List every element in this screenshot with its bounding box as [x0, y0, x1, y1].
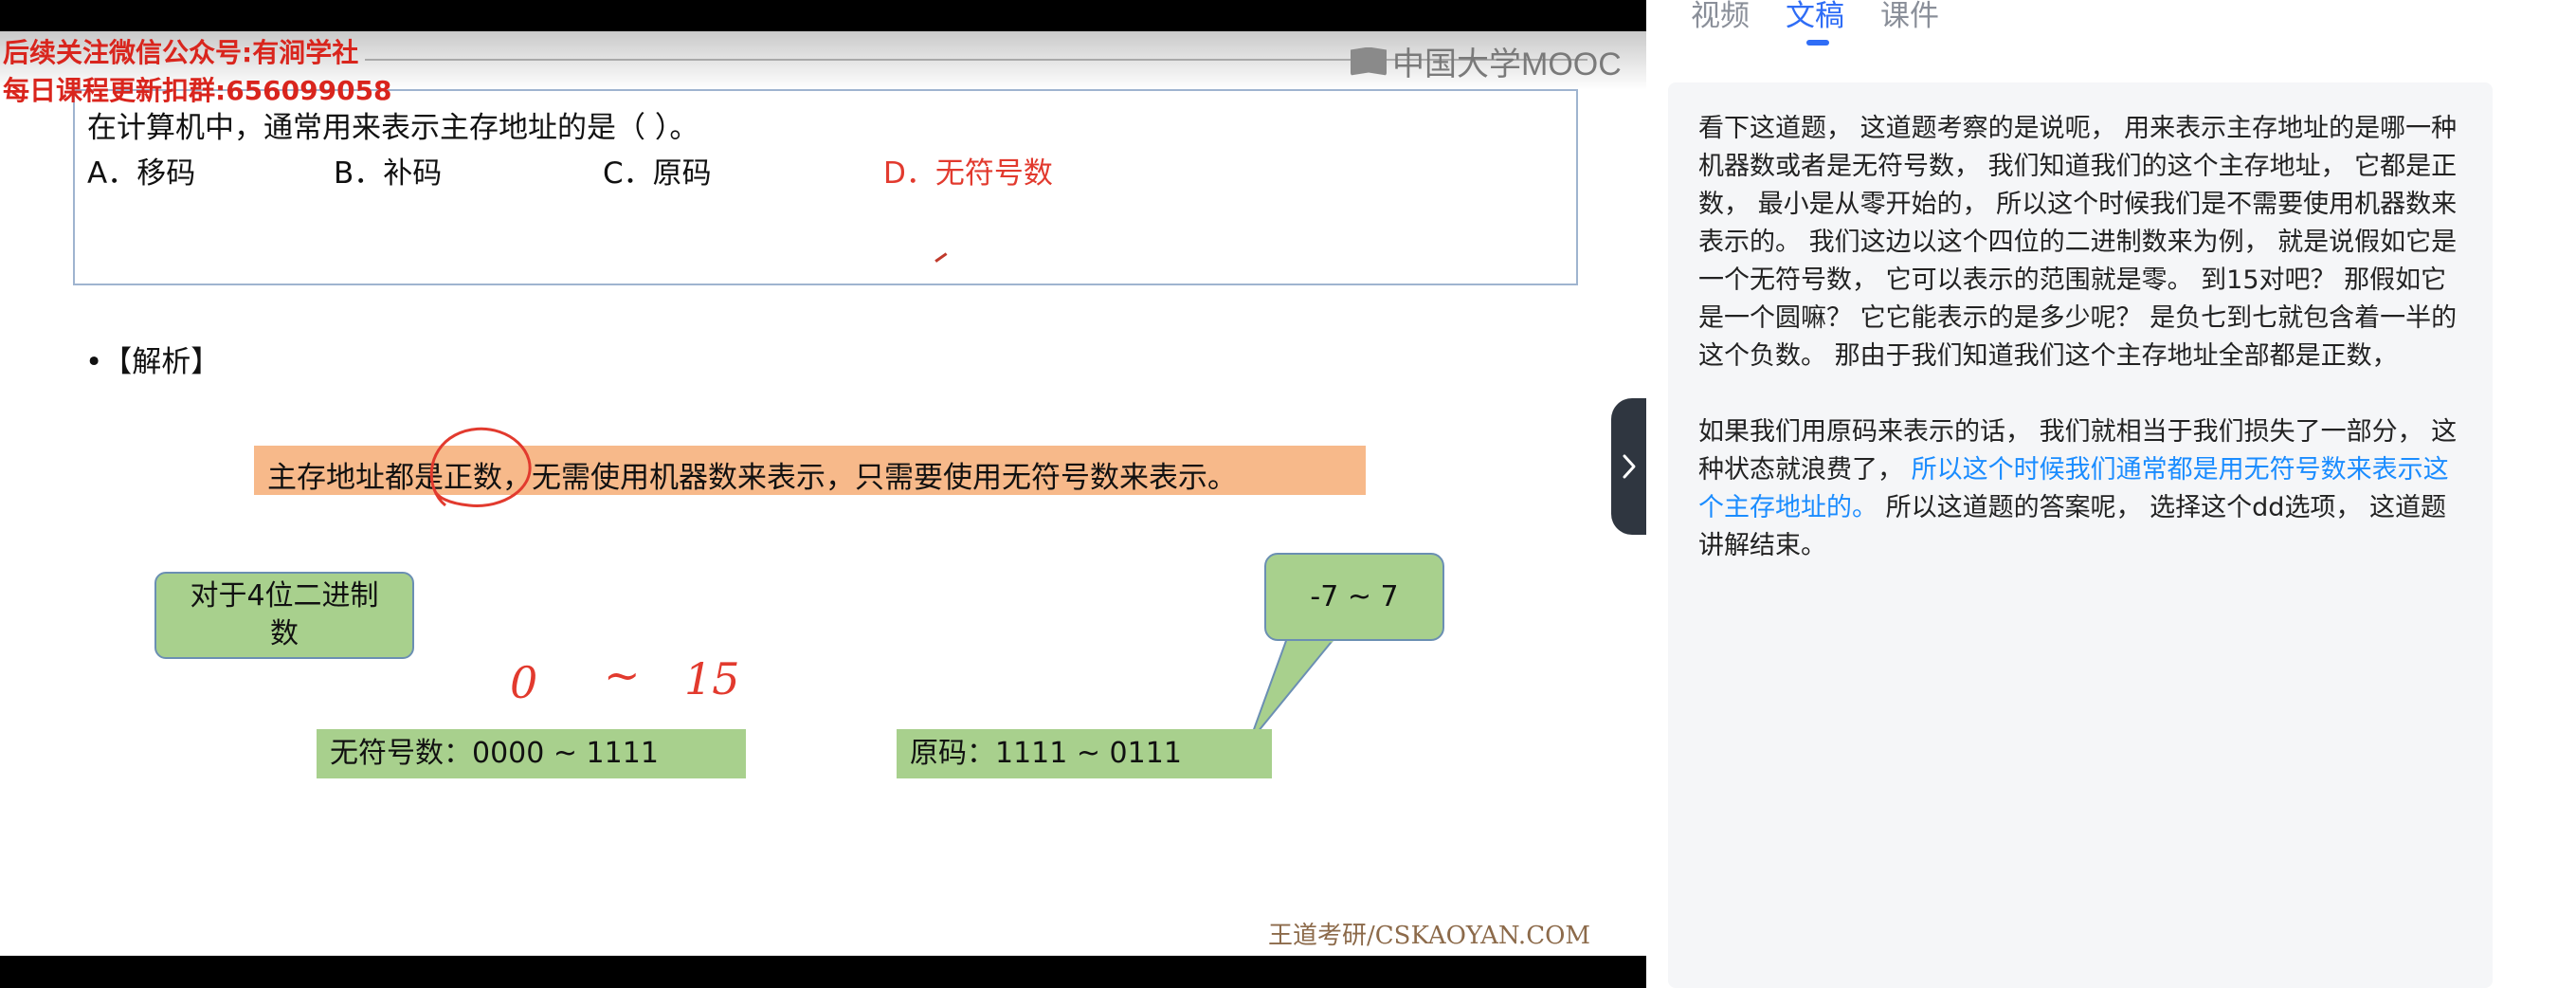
sign-magnitude-range-bar: 原码：1111 ~ 0111 — [897, 729, 1272, 778]
footer-credit: 王道考研/CSKAOYAN.COM — [1268, 922, 1591, 950]
active-tab-indicator — [1806, 40, 1829, 46]
callout-line-2: 数 — [270, 617, 299, 650]
hand-tilde: ~ — [604, 650, 641, 701]
collapse-panel-button[interactable] — [1611, 398, 1646, 535]
video-bottom-bar — [0, 956, 1646, 988]
video-player[interactable]: 在计算机中，通常用来表示主存地址的是（ ）。 A．移码 B．补码 C．原码 D．… — [0, 0, 1646, 988]
hand-drawn-circle — [429, 427, 532, 507]
four-bit-callout: 对于4位二进制 数 — [154, 572, 414, 659]
unsigned-range-bar: 无符号数：0000 ~ 1111 — [317, 729, 746, 778]
option-c: C．原码 — [603, 156, 712, 191]
hand-fifteen: 15 — [684, 653, 740, 704]
panel-tabs: 视频 文稿 课件 — [1691, 0, 1939, 47]
watermark-qq-group: 每日课程更新扣群:656099058 — [3, 75, 392, 106]
book-icon — [1351, 46, 1387, 76]
analysis-heading: •【解析】 — [85, 345, 221, 379]
signed-range-bubble: -7 ~ 7 — [1264, 553, 1444, 641]
mooc-logo-text: 中国大学MOOC — [1392, 46, 1622, 82]
option-b: B．补码 — [334, 156, 443, 191]
chevron-right-icon — [1623, 454, 1635, 479]
key-point-text: 主存地址都是正数，无需使用机器数来表示，只需要使用无符号数来表示。 — [267, 461, 1237, 495]
watermark-wechat: 后续关注微信公众号:有涧学社 — [3, 37, 359, 68]
tab-courseware[interactable]: 课件 — [1880, 0, 1939, 47]
tab-transcript[interactable]: 文稿 — [1786, 0, 1844, 47]
transcript-paragraph-1[interactable]: 看下这道题， 这道题考察的是说呃， 用来表示主存地址的是哪一种机器数或者是无符号… — [1698, 110, 2462, 375]
transcript-paragraph-2[interactable]: 如果我们用原码来表示的话， 我们就相当于我们损失了一部分， 这种状态就浪费了， … — [1698, 413, 2462, 565]
hand-zero: 0 — [510, 657, 538, 708]
option-d-answer: D．无符号数 — [883, 156, 1053, 191]
question-text: 在计算机中，通常用来表示主存地址的是（ ）。 — [87, 111, 699, 145]
option-a: A．移码 — [87, 156, 196, 191]
mooc-logo: 中国大学MOOC — [1351, 38, 1622, 84]
callout-line-1: 对于4位二进制 — [190, 579, 379, 613]
tab-video[interactable]: 视频 — [1691, 0, 1750, 47]
lecture-slide: 在计算机中，通常用来表示主存地址的是（ ）。 A．移码 B．补码 C．原码 D．… — [0, 31, 1646, 956]
tab-transcript-label: 文稿 — [1786, 0, 1844, 33]
transcript-text: 看下这道题， 这道题考察的是说呃， 用来表示主存地址的是哪一种机器数或者是无符号… — [1698, 110, 2462, 603]
